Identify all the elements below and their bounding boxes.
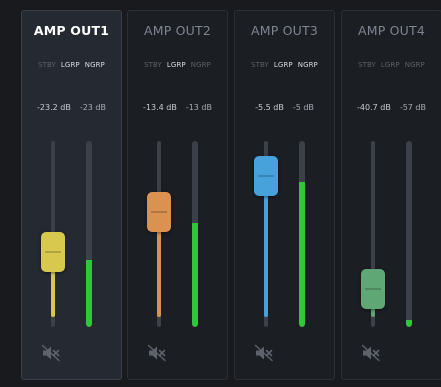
meter-db-readout: -57 dB (399, 103, 426, 112)
speaker-muted-icon (361, 344, 380, 362)
mode-selector: STBY LGRP NGRP (342, 61, 441, 69)
mute-button[interactable] (37, 341, 65, 365)
mode-ngrp-button[interactable]: NGRP (191, 61, 211, 69)
level-readouts: -13.4 dB -13 dB (128, 103, 227, 112)
speaker-muted-icon (41, 344, 60, 362)
channel-strip-amp-out3[interactable]: AMP OUT3 STBY LGRP NGRP -5.5 dB -5 dB (234, 10, 335, 380)
fader-db-readout: -5.5 dB (255, 103, 284, 112)
meter-db-readout: -23 dB (79, 103, 106, 112)
level-meter-fill (192, 222, 198, 327)
meter-db-readout: -5 dB (292, 103, 314, 112)
mode-lgrp-button[interactable]: LGRP (381, 61, 400, 69)
channel-title: AMP OUT4 (357, 23, 426, 38)
mode-ngrp-button[interactable]: NGRP (405, 61, 425, 69)
amp-out-mixer: AMP OUT1 STBY LGRP NGRP -23.2 dB -23 dB … (0, 0, 441, 387)
mode-stby-button[interactable]: STBY (144, 61, 162, 69)
channel-title: AMP OUT1 (33, 23, 110, 38)
level-meter-fill (86, 260, 92, 327)
fader-handle[interactable] (361, 269, 385, 310)
fader-db-readout: -13.4 dB (143, 103, 177, 112)
mode-stby-button[interactable]: STBY (358, 61, 376, 69)
fader-handle[interactable] (41, 231, 65, 272)
speaker-muted-icon (147, 344, 166, 362)
mute-button[interactable] (250, 341, 278, 365)
channel-strip-amp-out1[interactable]: AMP OUT1 STBY LGRP NGRP -23.2 dB -23 dB (21, 10, 122, 380)
speaker-muted-icon (254, 344, 273, 362)
level-meter-fill (299, 181, 305, 327)
mode-lgrp-button[interactable]: LGRP (167, 61, 186, 69)
level-readouts: -5.5 dB -5 dB (235, 103, 334, 112)
channel-strip-amp-out2[interactable]: AMP OUT2 STBY LGRP NGRP -13.4 dB -13 dB (127, 10, 228, 380)
level-meter (299, 141, 305, 327)
mode-selector: STBY LGRP NGRP (22, 61, 121, 69)
fader-handle[interactable] (254, 155, 278, 196)
fader-handle[interactable] (147, 192, 171, 233)
level-meter (406, 141, 412, 327)
level-readouts: -23.2 dB -23 dB (22, 103, 121, 112)
level-readouts: -40.7 dB -57 dB (342, 103, 441, 112)
mode-selector: STBY LGRP NGRP (128, 61, 227, 69)
channel-strip-amp-out4[interactable]: AMP OUT4 STBY LGRP NGRP -40.7 dB -57 dB (341, 10, 441, 380)
channel-title: AMP OUT2 (143, 23, 212, 38)
mode-lgrp-button[interactable]: LGRP (274, 61, 293, 69)
mode-selector: STBY LGRP NGRP (235, 61, 334, 69)
mute-button[interactable] (357, 341, 385, 365)
channel-title: AMP OUT3 (250, 23, 319, 38)
fader-db-readout: -40.7 dB (357, 103, 391, 112)
meter-db-readout: -13 dB (185, 103, 212, 112)
fader-db-readout: -23.2 dB (37, 103, 71, 112)
mode-ngrp-button[interactable]: NGRP (298, 61, 318, 69)
mode-ngrp-button[interactable]: NGRP (85, 61, 105, 69)
mode-stby-button[interactable]: STBY (38, 61, 56, 69)
fader-fill (264, 175, 268, 317)
level-meter-fill (406, 319, 412, 327)
mode-stby-button[interactable]: STBY (251, 61, 269, 69)
level-meter (192, 141, 198, 327)
mode-lgrp-button[interactable]: LGRP (61, 61, 80, 69)
mute-button[interactable] (143, 341, 171, 365)
level-meter (86, 141, 92, 327)
